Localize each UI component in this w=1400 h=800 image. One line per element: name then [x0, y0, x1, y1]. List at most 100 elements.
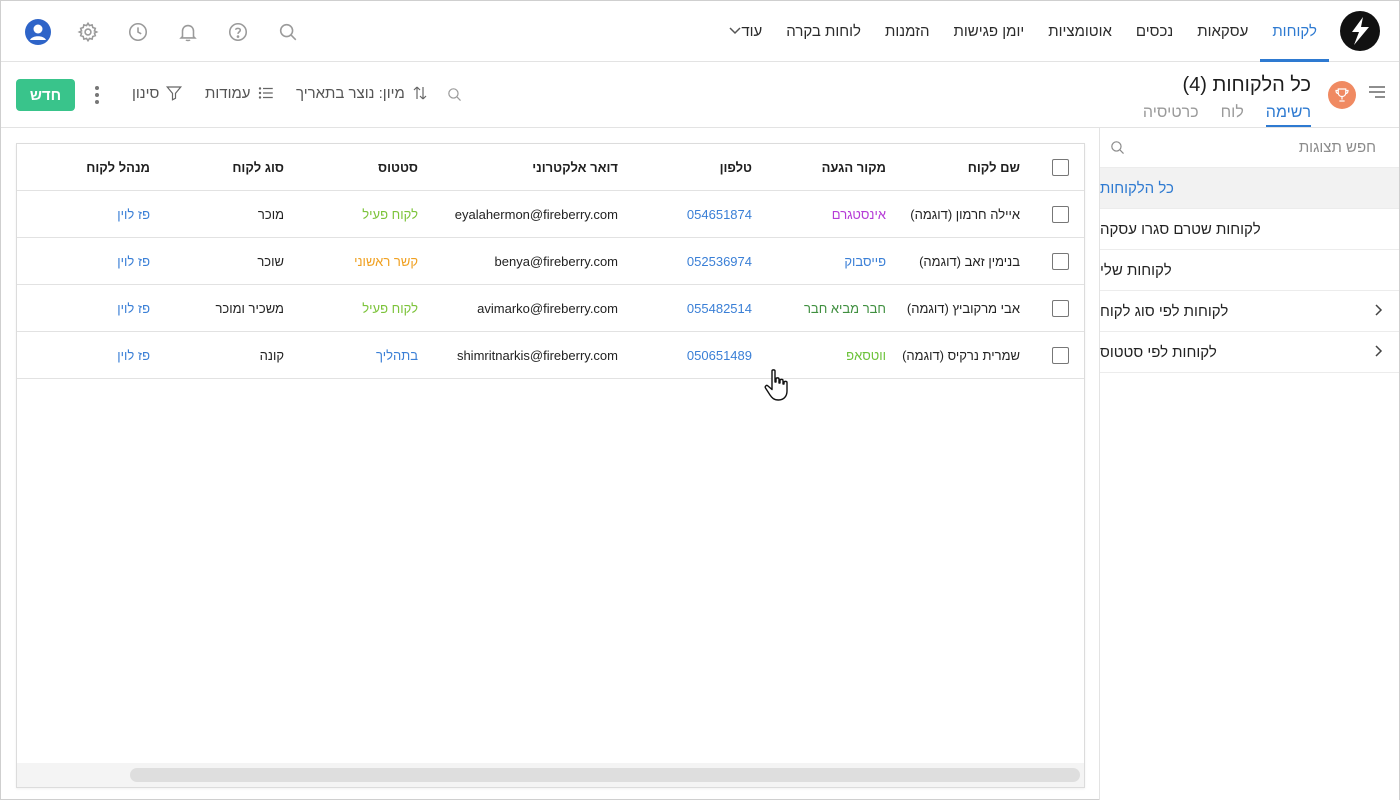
- cell-source: פייסבוק: [844, 253, 886, 269]
- customers-table: שם לקוח מקור הגעה טלפון דואר אלקטרוני סט…: [16, 143, 1085, 788]
- cell-manager-link[interactable]: פז לוין: [117, 238, 150, 284]
- cell-type: מוכר: [257, 206, 284, 222]
- sidebar-item-all-customers[interactable]: כל הלקוחות: [1100, 168, 1399, 209]
- cell-name[interactable]: שמרית נרקיס (דוגמה): [902, 332, 1020, 378]
- trophy-icon: [1328, 81, 1356, 109]
- scrollbar-thumb[interactable]: [130, 768, 1080, 782]
- cell-source: חבר מביא חבר: [803, 300, 886, 316]
- cell-source: אינסטגרם: [831, 206, 886, 222]
- table-row[interactable]: שמרית נרקיס (דוגמה) ווטסאפ 050651489 shi…: [17, 332, 1084, 379]
- nav-item-label: הזמנות: [885, 23, 930, 40]
- nav-item-label: יומן פגישות: [953, 23, 1025, 40]
- nav-item-automations[interactable]: אוטומציות: [1036, 1, 1124, 62]
- cell-email[interactable]: eyalahermon@fireberry.com: [455, 191, 618, 237]
- user-avatar-icon[interactable]: [21, 15, 55, 49]
- row-checkbox[interactable]: [1052, 253, 1069, 270]
- chevron-down-icon: [729, 26, 741, 38]
- filter-icon: [166, 86, 183, 101]
- table-header-row: שם לקוח מקור הגעה טלפון דואר אלקטרוני סט…: [17, 144, 1084, 191]
- page-title: כל הלקוחות (4): [1182, 74, 1311, 96]
- hamburger-menu-icon[interactable]: [1369, 86, 1385, 100]
- fireberry-logo[interactable]: [1340, 11, 1380, 51]
- clock-icon[interactable]: [121, 15, 155, 49]
- cell-name[interactable]: בנימין זאב (דוגמה): [919, 238, 1020, 284]
- nav-item-assets[interactable]: נכסים: [1124, 1, 1185, 62]
- column-header-status[interactable]: סטטוס: [378, 144, 418, 190]
- row-checkbox[interactable]: [1052, 347, 1069, 364]
- help-icon[interactable]: [221, 15, 255, 49]
- cell-source: ווטסאפ: [846, 347, 886, 363]
- column-header-type[interactable]: סוג לקוח: [232, 144, 284, 190]
- top-navigation-bar: לקוחות עסקאות נכסים אוטומציות יומן פגישו…: [1, 1, 1399, 62]
- bell-icon[interactable]: [171, 15, 205, 49]
- select-all-checkbox[interactable]: [1052, 159, 1069, 176]
- cell-email[interactable]: shimritnarkis@fireberry.com: [457, 332, 618, 378]
- table-search-icon[interactable]: [446, 86, 463, 108]
- cell-phone-link[interactable]: 055482514: [687, 285, 752, 331]
- nav-item-label: לקוחות: [1272, 23, 1317, 40]
- cell-phone-link[interactable]: 054651874: [687, 191, 752, 237]
- sort-button[interactable]: מיון: נוצר בתאריך: [296, 84, 429, 102]
- cell-manager-link[interactable]: פז לוין: [117, 191, 150, 237]
- sidebar-item-by-status[interactable]: לקוחות לפי סטטוס: [1100, 332, 1399, 373]
- sidebar-item-by-type[interactable]: לקוחות לפי סוג לקוח: [1100, 291, 1399, 332]
- columns-button[interactable]: עמודות: [205, 84, 275, 102]
- cell-email[interactable]: avimarko@fireberry.com: [477, 285, 618, 331]
- tab-list[interactable]: רשימה: [1265, 104, 1311, 127]
- table-row[interactable]: איילה חרמון (דוגמה) אינסטגרם 054651874 e…: [17, 191, 1084, 238]
- row-checkbox[interactable]: [1052, 300, 1069, 317]
- nav-item-more[interactable]: עוד: [711, 1, 774, 62]
- column-header-email[interactable]: דואר אלקטרוני: [532, 144, 618, 190]
- cell-phone-link[interactable]: 050651489: [687, 332, 752, 378]
- cell-status: לקוח פעיל: [362, 206, 418, 222]
- row-checkbox[interactable]: [1052, 206, 1069, 223]
- filter-label: סינון: [132, 84, 160, 102]
- column-header-name[interactable]: שם לקוח: [968, 144, 1020, 190]
- nav-item-customers[interactable]: לקוחות: [1260, 1, 1329, 62]
- sort-label: מיון: נוצר בתאריך: [296, 84, 405, 102]
- column-header-source[interactable]: מקור הגעה: [822, 144, 886, 190]
- chevron-right-icon[interactable]: [1375, 344, 1383, 360]
- filter-button[interactable]: סינון: [132, 84, 183, 102]
- sidebar-item-label: לקוחות שטרם סגרו עסקה: [1100, 220, 1261, 238]
- gear-icon[interactable]: [71, 15, 105, 49]
- cell-email[interactable]: benya@fireberry.com: [495, 238, 619, 284]
- nav-item-label: לוחות בקרה: [786, 23, 862, 40]
- cell-manager-link[interactable]: פז לוין: [117, 332, 150, 378]
- horizontal-scrollbar[interactable]: [17, 763, 1084, 787]
- views-search-input[interactable]: [1126, 139, 1376, 156]
- table-row[interactable]: אבי מרקוביץ (דוגמה) חבר מביא חבר 0554825…: [17, 285, 1084, 332]
- columns-icon: [258, 87, 273, 99]
- tab-board[interactable]: לוח: [1221, 104, 1244, 127]
- cell-manager-link[interactable]: פז לוין: [117, 285, 150, 331]
- column-header-manager[interactable]: מנהל לקוח: [86, 144, 150, 190]
- search-icon[interactable]: [1109, 139, 1126, 156]
- sort-icon: [413, 86, 427, 100]
- nav-item-dashboards[interactable]: לוחות בקרה: [774, 1, 873, 62]
- cell-name[interactable]: איילה חרמון (דוגמה): [910, 191, 1020, 237]
- nav-item-orders[interactable]: הזמנות: [873, 1, 941, 62]
- cell-name[interactable]: אבי מרקוביץ (דוגמה): [907, 285, 1020, 331]
- top-icon-group: [21, 15, 305, 49]
- search-icon[interactable]: [271, 15, 305, 49]
- main-nav: לקוחות עסקאות נכסים אוטומציות יומן פגישו…: [711, 1, 1329, 62]
- sidebar-item-label: לקוחות שלי: [1100, 261, 1172, 279]
- table-row[interactable]: בנימין זאב (דוגמה) פייסבוק 052536974 ben…: [17, 238, 1084, 285]
- cell-phone-link[interactable]: 052536974: [687, 238, 752, 284]
- nav-item-calendar[interactable]: יומן פגישות: [941, 1, 1036, 62]
- column-header-phone[interactable]: טלפון: [720, 144, 752, 190]
- sidebar-item-no-deal[interactable]: לקוחות שטרם סגרו עסקה: [1100, 209, 1399, 250]
- chevron-right-icon[interactable]: [1375, 303, 1383, 319]
- sidebar-item-label: לקוחות לפי סוג לקוח: [1100, 302, 1229, 320]
- cell-type: קונה: [259, 347, 284, 363]
- more-options-icon[interactable]: [93, 86, 101, 104]
- views-search: [1100, 128, 1399, 168]
- new-record-button[interactable]: חדש: [16, 79, 75, 111]
- sidebar-item-my-customers[interactable]: לקוחות שלי: [1100, 250, 1399, 291]
- tab-card[interactable]: כרטיסיה: [1143, 104, 1199, 127]
- view-header: כל הלקוחות (4) רשימה לוח כרטיסיה חדש סינ…: [1, 62, 1399, 128]
- views-sidebar: כל הלקוחות לקוחות שטרם סגרו עסקה לקוחות …: [1099, 128, 1399, 800]
- nav-item-deals[interactable]: עסקאות: [1185, 1, 1260, 62]
- nav-item-label: אוטומציות: [1048, 23, 1112, 40]
- cell-status: לקוח פעיל: [362, 300, 418, 316]
